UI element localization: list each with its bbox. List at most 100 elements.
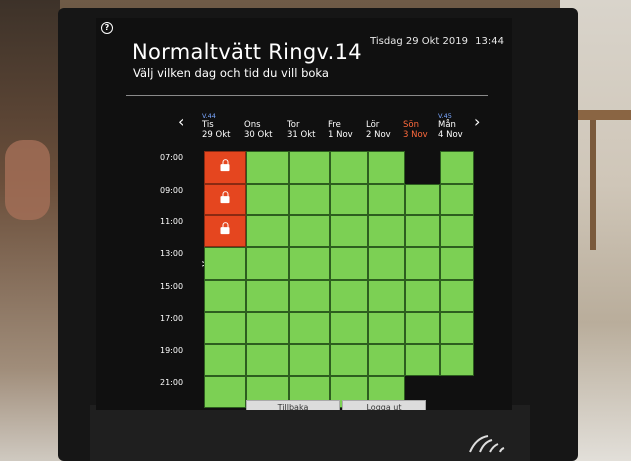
available-slot[interactable] bbox=[246, 184, 289, 215]
day-header: Mån 4 Nov bbox=[438, 120, 463, 140]
available-slot[interactable] bbox=[330, 151, 368, 184]
week-number: V.45 bbox=[438, 112, 452, 120]
prev-week-button[interactable]: ‹ bbox=[178, 112, 184, 131]
day-header: Sön 3 Nov bbox=[403, 120, 428, 140]
day-header: Fre 1 Nov bbox=[328, 120, 353, 140]
room-left bbox=[0, 0, 60, 461]
page-title: Normaltvätt Ringv.14 bbox=[132, 40, 362, 64]
available-slot[interactable] bbox=[330, 184, 368, 215]
available-slot[interactable] bbox=[368, 247, 405, 280]
available-slot[interactable] bbox=[204, 376, 246, 408]
available-slot[interactable] bbox=[368, 344, 405, 376]
available-slot[interactable] bbox=[405, 280, 440, 312]
day-name: Lör bbox=[366, 120, 380, 130]
page-subtitle: Välj vilken dag och tid du vill boka bbox=[133, 66, 329, 80]
available-slot[interactable] bbox=[204, 280, 246, 312]
day-date: 30 Okt bbox=[244, 130, 273, 140]
available-slot[interactable] bbox=[405, 312, 440, 344]
day-name: Fre bbox=[328, 120, 341, 130]
available-slot[interactable] bbox=[440, 151, 474, 184]
available-slot[interactable] bbox=[246, 247, 289, 280]
day-date: 4 Nov bbox=[438, 130, 463, 140]
table-leg bbox=[590, 120, 596, 250]
available-slot[interactable] bbox=[289, 344, 330, 376]
clock: Tisdag 29 Okt 2019 13:44 bbox=[366, 36, 504, 47]
available-slot[interactable] bbox=[246, 215, 289, 247]
available-slot[interactable] bbox=[405, 215, 440, 247]
week-number: V.44 bbox=[202, 112, 216, 120]
booked-slot[interactable] bbox=[204, 215, 246, 247]
available-slot[interactable] bbox=[289, 151, 330, 184]
available-slot[interactable] bbox=[405, 247, 440, 280]
help-icon[interactable]: ? bbox=[101, 22, 113, 34]
day-header: Tor 31 Okt bbox=[287, 120, 315, 140]
time-label: 07:00 bbox=[160, 153, 184, 162]
available-slot[interactable] bbox=[368, 184, 405, 215]
available-slot[interactable] bbox=[289, 312, 330, 344]
available-slot[interactable] bbox=[368, 151, 405, 184]
available-slot[interactable] bbox=[246, 280, 289, 312]
booked-slot[interactable] bbox=[204, 184, 246, 215]
photo-background: ? Tisdag 29 Okt 2019 13:44 Normaltvätt R… bbox=[0, 0, 631, 461]
available-slot[interactable] bbox=[368, 280, 405, 312]
time-label: 19:00 bbox=[160, 346, 184, 355]
available-slot[interactable] bbox=[289, 247, 330, 280]
day-header: Lör 2 Nov bbox=[366, 120, 391, 140]
day-date: 2 Nov bbox=[366, 130, 391, 140]
current-time: 13:44 bbox=[475, 36, 504, 47]
lock-icon bbox=[220, 158, 230, 171]
lock-icon bbox=[220, 190, 230, 203]
booked-slot[interactable] bbox=[204, 151, 246, 184]
available-slot[interactable] bbox=[440, 312, 474, 344]
available-slot[interactable] bbox=[440, 184, 474, 215]
available-slot[interactable] bbox=[440, 280, 474, 312]
time-label: 11:00 bbox=[160, 217, 184, 226]
available-slot[interactable] bbox=[330, 215, 368, 247]
available-slot[interactable] bbox=[246, 344, 289, 376]
available-slot[interactable] bbox=[289, 184, 330, 215]
day-date: 3 Nov bbox=[403, 130, 428, 140]
day-name: Tis bbox=[202, 120, 214, 130]
available-slot[interactable] bbox=[204, 312, 246, 344]
time-label: 13:00 bbox=[160, 249, 184, 258]
day-date: 31 Okt bbox=[287, 130, 316, 140]
available-slot[interactable] bbox=[246, 312, 289, 344]
available-slot[interactable] bbox=[330, 312, 368, 344]
available-slot[interactable] bbox=[289, 280, 330, 312]
kiosk-screen: ? Tisdag 29 Okt 2019 13:44 Normaltvätt R… bbox=[96, 18, 512, 410]
nfc-icon bbox=[469, 435, 505, 453]
time-label: 21:00 bbox=[160, 378, 184, 387]
current-date: Tisdag 29 Okt 2019 bbox=[370, 36, 468, 47]
available-slot[interactable] bbox=[330, 344, 368, 376]
available-slot[interactable] bbox=[204, 247, 246, 280]
available-slot[interactable] bbox=[440, 247, 474, 280]
day-date: 1 Nov bbox=[328, 130, 353, 140]
divider bbox=[126, 95, 488, 96]
available-slot[interactable] bbox=[440, 344, 474, 376]
back-button[interactable]: Tillbaka bbox=[246, 400, 340, 410]
available-slot[interactable] bbox=[204, 344, 246, 376]
available-slot[interactable] bbox=[440, 215, 474, 247]
available-slot[interactable] bbox=[330, 247, 368, 280]
available-slot[interactable] bbox=[330, 280, 368, 312]
day-name: Sön bbox=[403, 120, 419, 130]
lock-icon bbox=[220, 222, 230, 235]
available-slot[interactable] bbox=[368, 215, 405, 247]
chair bbox=[5, 140, 50, 220]
available-slot[interactable] bbox=[405, 184, 440, 215]
available-slot[interactable] bbox=[246, 151, 289, 184]
time-label: 17:00 bbox=[160, 314, 184, 323]
day-name: Ons bbox=[244, 120, 261, 130]
day-name: Mån bbox=[438, 120, 456, 130]
day-name: Tor bbox=[287, 120, 300, 130]
time-label: 09:00 bbox=[160, 186, 184, 195]
time-label: 15:00 bbox=[160, 282, 184, 291]
next-week-button[interactable]: › bbox=[474, 112, 480, 131]
day-header: Tis 29 Okt bbox=[202, 120, 230, 140]
day-date: 29 Okt bbox=[202, 130, 231, 140]
logout-button[interactable]: Logga ut bbox=[342, 400, 426, 410]
available-slot[interactable] bbox=[289, 215, 330, 247]
available-slot[interactable] bbox=[368, 312, 405, 344]
available-slot[interactable] bbox=[405, 344, 440, 376]
day-header: Ons 30 Okt bbox=[244, 120, 272, 140]
